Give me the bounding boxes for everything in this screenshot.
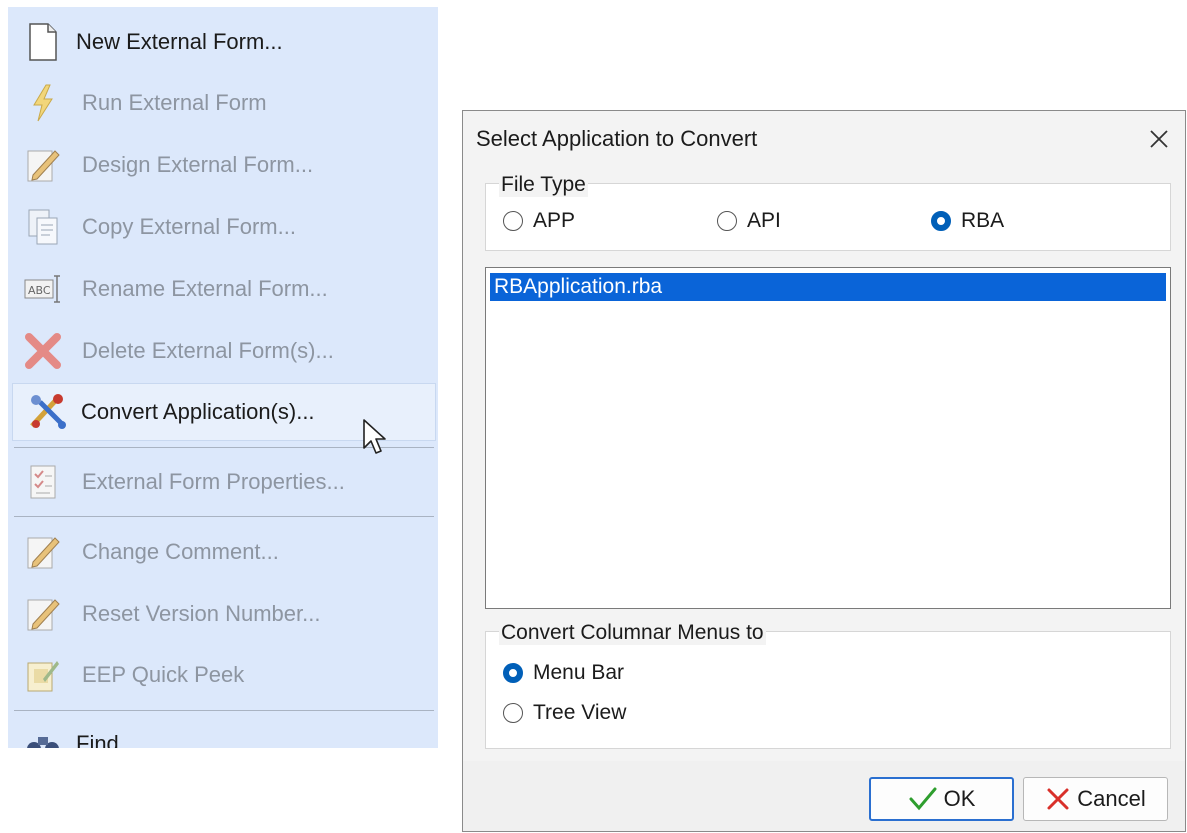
radio-label: RBA bbox=[961, 209, 1005, 232]
application-file-list[interactable]: RBApplication.rba bbox=[485, 267, 1171, 609]
ok-button[interactable]: OK bbox=[869, 777, 1014, 821]
cancel-button[interactable]: Cancel bbox=[1023, 777, 1168, 821]
menu-item-reset-version-number[interactable]: Reset Version Number... bbox=[8, 585, 438, 643]
menu-item-new-external-form[interactable]: New External Form... bbox=[8, 13, 438, 71]
menu-item-label: Copy External Form... bbox=[82, 214, 296, 239]
cancel-x-icon bbox=[1047, 788, 1069, 810]
convert-menus-label: Convert Columnar Menus to bbox=[499, 621, 766, 645]
radio-label: APP bbox=[533, 209, 576, 232]
radio-app[interactable]: APP bbox=[503, 209, 575, 233]
file-type-group bbox=[485, 183, 1171, 251]
convert-tools-icon bbox=[23, 390, 73, 434]
radio-api[interactable]: API bbox=[717, 209, 781, 233]
menu-item-change-comment[interactable]: Change Comment... bbox=[8, 523, 438, 581]
new-document-icon bbox=[18, 20, 68, 64]
binoculars-icon bbox=[18, 722, 68, 748]
menu-item-label: Convert Application(s)... bbox=[81, 399, 315, 424]
menu-item-label: EEP Quick Peek bbox=[82, 662, 245, 687]
menu-item-label: Design External Form... bbox=[82, 152, 314, 177]
menu-item-label: Change Comment... bbox=[82, 539, 279, 564]
menu-item-run-external-form[interactable]: Run External Form bbox=[8, 74, 438, 132]
svg-text:ABC: ABC bbox=[28, 284, 51, 297]
select-application-dialog: Select Application to Convert File Type … bbox=[462, 110, 1186, 832]
menu-item-label: Reset Version Number... bbox=[82, 601, 321, 626]
close-button[interactable] bbox=[1145, 125, 1173, 153]
menu-item-delete-external-form[interactable]: Delete External Form(s)... bbox=[8, 322, 438, 380]
radio-label: Tree View bbox=[533, 701, 627, 724]
menu-item-label: External Form Properties... bbox=[82, 469, 345, 494]
menu-item-label: Rename External Form... bbox=[82, 276, 328, 301]
menu-separator bbox=[14, 710, 434, 711]
lightning-bolt-icon bbox=[18, 81, 68, 125]
copy-documents-icon bbox=[18, 205, 68, 249]
menu-item-copy-external-form[interactable]: Copy External Form... bbox=[8, 198, 438, 256]
menu-item-label: Run External Form bbox=[82, 90, 267, 115]
close-icon bbox=[1150, 130, 1168, 148]
menu-separator bbox=[14, 516, 434, 517]
radio-tree-view[interactable]: Tree View bbox=[503, 701, 626, 725]
radio-rba[interactable]: RBA bbox=[931, 209, 1004, 233]
convert-menus-group bbox=[485, 631, 1171, 749]
menu-item-rename-external-form[interactable]: ABC Rename External Form... bbox=[8, 260, 438, 318]
ok-button-label: OK bbox=[943, 786, 976, 811]
radio-button[interactable] bbox=[503, 211, 523, 231]
dialog-title: Select Application to Convert bbox=[476, 126, 758, 151]
menu-item-label: Find... bbox=[76, 731, 138, 748]
menu-item-design-external-form[interactable]: Design External Form... bbox=[8, 136, 438, 194]
dialog-title-bar[interactable]: Select Application to Convert bbox=[463, 111, 1185, 167]
menu-item-label: Delete External Form(s)... bbox=[82, 338, 334, 363]
radio-label: Menu Bar bbox=[533, 661, 625, 684]
quick-peek-icon bbox=[18, 653, 68, 697]
radio-button[interactable] bbox=[503, 663, 523, 683]
rename-abc-icon: ABC bbox=[18, 267, 68, 311]
design-pencil-icon bbox=[18, 143, 68, 187]
menu-item-eep-quick-peek[interactable]: EEP Quick Peek bbox=[8, 646, 438, 704]
radio-button[interactable] bbox=[931, 211, 951, 231]
radio-label: API bbox=[747, 209, 781, 232]
list-item[interactable]: RBApplication.rba bbox=[490, 273, 1166, 301]
version-pencil-icon bbox=[18, 592, 68, 636]
context-menu: New External Form... Run External Form D… bbox=[8, 7, 438, 748]
menu-item-label: New External Form... bbox=[76, 29, 283, 54]
mouse-cursor-icon bbox=[362, 418, 388, 461]
radio-button[interactable] bbox=[717, 211, 737, 231]
menu-item-external-form-properties[interactable]: External Form Properties... bbox=[8, 453, 438, 511]
checkmark-icon bbox=[909, 787, 937, 811]
comment-pencil-icon bbox=[18, 530, 68, 574]
cancel-button-label: Cancel bbox=[1077, 786, 1146, 811]
radio-menu-bar[interactable]: Menu Bar bbox=[503, 661, 624, 685]
dialog-button-bar: OK Cancel bbox=[463, 761, 1185, 831]
file-type-label: File Type bbox=[499, 173, 588, 197]
radio-button[interactable] bbox=[503, 703, 523, 723]
properties-checklist-icon bbox=[18, 460, 68, 504]
menu-item-find[interactable]: Find... bbox=[8, 715, 438, 748]
delete-x-icon bbox=[18, 329, 68, 373]
